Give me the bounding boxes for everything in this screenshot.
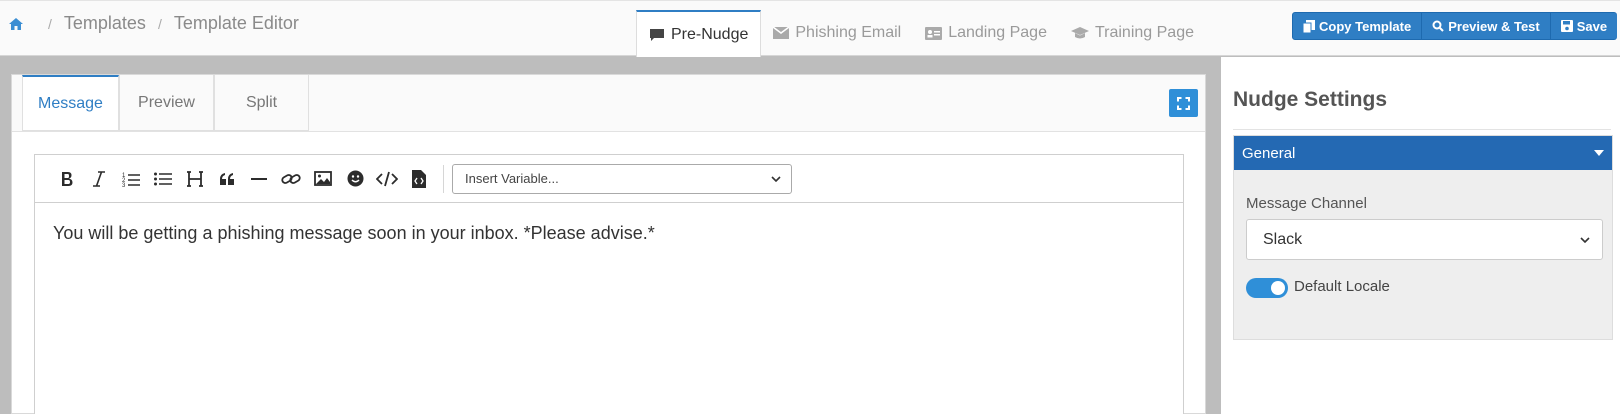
save-label: Save [1576,18,1608,34]
tab-label: Phishing Email [795,24,902,41]
link-icon[interactable] [275,163,307,195]
fullscreen-button[interactable] [1169,89,1198,117]
settings-panel: Nudge Settings General Message Channel S… [1221,57,1620,414]
copy-template-label: Copy Template [1319,18,1412,34]
svg-text:3: 3 [122,183,126,187]
tab-label: Message [38,94,103,112]
breadcrumb-separator: / [48,15,52,32]
message-channel-value: Slack [1263,230,1303,248]
default-locale-toggle[interactable] [1246,278,1288,298]
tab-training-page[interactable]: Training Page [1059,10,1206,56]
insert-variable-select[interactable]: Insert Variable... [452,163,792,194]
top-bar: / Templates / Template Editor Pre-Nudge … [0,0,1620,57]
markdown-editor: 123 Insert Variable... You will be getti… [34,154,1184,414]
breadcrumb-current: Template Editor [173,13,299,33]
toggle-knob [1271,281,1285,295]
general-section: General Message Channel Slack Default Lo… [1233,135,1613,340]
tab-pre-nudge[interactable]: Pre-Nudge [636,10,762,57]
file-code-icon[interactable] [403,163,435,195]
default-locale-label: Default Locale [1294,278,1390,295]
tab-preview[interactable]: Preview [119,75,214,131]
tab-split[interactable]: Split [214,75,309,131]
message-channel-select[interactable]: Slack [1246,219,1603,260]
comment-icon [650,28,664,41]
editor-text: You will be getting a phishing message s… [53,223,655,243]
tab-landing-page[interactable]: Landing Page [913,10,1059,56]
graduation-cap-icon [1070,26,1089,38]
search-icon [1432,20,1444,32]
section-title: General [1242,144,1296,162]
tab-label: Landing Page [948,24,1047,41]
save-button[interactable]: Save [1550,12,1618,40]
caret-down-icon [1594,150,1604,156]
breadcrumb-separator: / [157,15,162,32]
preview-test-label: Preview & Test [1448,18,1540,34]
tab-label: Pre-Nudge [671,25,749,43]
editor-panel: Message Preview Split 123 Insert Variabl… [11,74,1206,414]
template-type-tabs: Pre-Nudge Phishing Email Landing Page Tr… [636,10,1206,57]
tab-label: Split [245,93,278,111]
chevron-down-icon [771,175,781,182]
action-buttons: Copy Template Preview & Test Save [1292,12,1618,40]
breadcrumb-templates-link[interactable]: Templates [64,13,146,34]
heading-icon[interactable] [179,163,211,195]
copy-template-button[interactable]: Copy Template [1292,12,1423,40]
emoji-icon[interactable] [339,163,371,195]
ordered-list-icon[interactable]: 123 [115,163,147,195]
quote-icon[interactable] [211,163,243,195]
settings-title: Nudge Settings [1233,88,1388,111]
tab-label: Training Page [1094,24,1194,41]
horizontal-rule-icon[interactable] [243,163,275,195]
bold-icon[interactable] [51,163,83,195]
id-card-icon [925,26,943,40]
copy-icon [1303,19,1315,33]
tab-label: Preview [138,93,195,111]
breadcrumb: / Templates / Template Editor [8,13,299,34]
envelope-icon [773,27,790,39]
image-icon[interactable] [307,163,339,195]
home-icon[interactable] [8,16,24,32]
save-icon [1560,20,1573,32]
italic-icon[interactable] [83,163,115,195]
message-channel-label: Message Channel [1246,195,1367,212]
general-section-header[interactable]: General [1234,136,1612,170]
code-icon[interactable] [371,163,403,195]
settings-divider [1233,129,1611,130]
expand-icon [1177,96,1190,110]
unordered-list-icon[interactable] [147,163,179,195]
editor-text-area[interactable]: You will be getting a phishing message s… [35,203,1183,264]
chevron-down-icon [1580,236,1590,243]
preview-test-button[interactable]: Preview & Test [1422,12,1551,40]
editor-toolbar: 123 Insert Variable... [35,155,1183,203]
insert-variable-value: Insert Variable... [465,171,559,186]
toolbar-divider [443,164,444,193]
tab-phishing-email[interactable]: Phishing Email [761,10,913,56]
tab-message[interactable]: Message [22,75,119,131]
editor-mode-tabs: Message Preview Split [22,75,309,131]
